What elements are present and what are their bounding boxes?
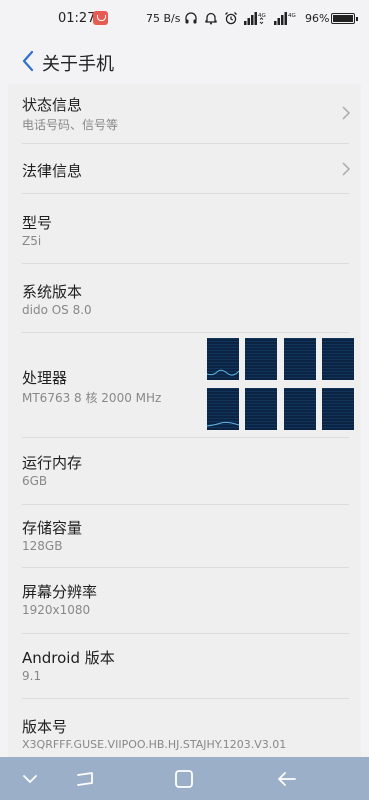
cpu-core-graph [245,338,277,380]
cpu-core-graph [322,338,354,380]
list-item-system-version: 系统版本 dido OS 8.0 [8,264,361,332]
chevron-right-icon [342,162,351,176]
list-item-title: 处理器 [22,369,68,387]
network-speed: 75 B/s [146,12,181,25]
notification-app-icon [93,11,108,25]
list-item-title: 运行内存 [22,454,83,472]
navigation-bar [0,757,369,800]
about-phone-list: 状态信息 电话号码、信号等 法律信息 型号 Z5i 系统版本 dido OS 8… [8,84,361,757]
cpu-core-graph [207,388,239,430]
list-item-title: 存储容量 [22,519,83,537]
cpu-core-graph [322,388,354,430]
page-title: 关于手机 [42,54,114,75]
list-item-resolution: 屏幕分辨率 1920x1080 [8,568,361,633]
bell-icon [205,12,217,25]
list-item-subtitle: MT6763 8 核 2000 MHz [22,391,162,405]
list-item-title: 系统版本 [22,283,83,301]
list-item-legal-info[interactable]: 法律信息 [8,144,361,194]
list-item-title: 屏幕分辨率 [22,583,98,601]
back-icon [278,771,296,786]
list-item-title: 状态信息 [22,96,83,114]
cpu-core-graph [245,388,277,430]
list-item-subtitle: 128GB [22,539,63,553]
signal-sim1-icon: 4G [244,12,266,25]
cpu-core-graph [284,338,316,380]
nav-collapse-button[interactable] [0,757,60,800]
list-item-build-number: 版本号 X3QRFFF.GUSE.VIIPOO.HB.HJ.STAJHY.120… [8,699,361,757]
list-item-subtitle: 6GB [22,474,48,488]
list-item-model: 型号 Z5i [8,194,361,263]
chevron-down-icon [23,774,37,783]
list-item-status-info[interactable]: 状态信息 电话号码、信号等 [8,84,361,143]
list-item-android-version: Android 版本 9.1 [8,634,361,698]
status-bar: 01:27 75 B/s 4G 4G 96% [0,0,369,38]
header: 关于手机 [0,38,369,84]
list-item-storage: 存储容量 128GB [8,505,361,567]
headset-icon [185,12,197,24]
sim2-network-type: 4G [288,13,296,19]
recents-icon [77,771,93,786]
battery-icon [331,13,358,24]
alarm-icon [225,12,237,25]
list-item-title: Android 版本 [22,649,115,667]
list-item-subtitle: dido OS 8.0 [22,303,92,317]
cpu-core-graphs [207,338,355,430]
cpu-core-graph [207,338,239,380]
list-item-subtitle: 9.1 [22,669,42,683]
list-item-subtitle: X3QRFFF.GUSE.VIIPOO.HB.HJ.STAJHY.1203.V3… [22,738,287,751]
list-item-subtitle: Z5i [22,234,42,248]
back-arrow-icon[interactable] [18,48,40,74]
chevron-right-icon [342,106,351,120]
cpu-core-graph [284,388,316,430]
nav-home-button[interactable] [154,757,214,800]
list-item-title: 版本号 [22,718,68,736]
list-item-subtitle: 1920x1080 [22,603,91,617]
battery-percent: 96% [305,12,330,25]
list-item-subtitle: 电话号码、信号等 [22,118,119,132]
status-time: 01:27 [58,11,96,26]
signal-sim2-icon: 4G [274,12,296,25]
list-item-title: 型号 [22,214,53,232]
nav-back-button[interactable] [257,757,317,800]
list-item-ram: 运行内存 6GB [8,438,361,504]
nav-recents-button[interactable] [55,757,115,800]
list-item-title: 法律信息 [22,162,83,180]
home-icon [175,769,193,788]
